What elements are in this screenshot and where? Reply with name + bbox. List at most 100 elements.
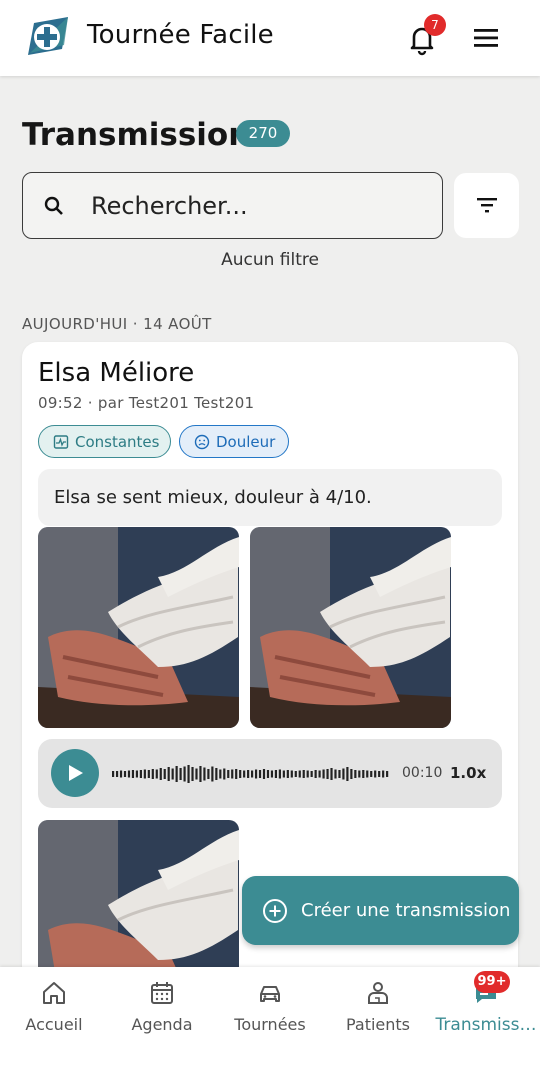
waveform-bar [294,771,297,777]
waveform-bar [326,769,329,779]
waveform-bar [266,770,270,778]
waveform-bar [163,769,166,779]
waveform-bar [131,770,135,778]
filter-icon [477,198,497,213]
waveform-bar [370,771,373,777]
waveform-bar [123,771,127,777]
audio-duration: 00:10 [402,765,443,781]
attached-photo[interactable] [250,527,451,728]
waveform-bar [195,768,198,780]
waveform-bar [155,769,158,779]
waveform-bar [243,770,246,778]
calendar-icon [151,982,173,1004]
filter-button[interactable] [454,173,519,238]
search-icon [44,196,63,215]
waveform-bar [346,767,349,781]
transmission-note: Elsa se sent mieux, douleur à 4/10. [38,469,502,526]
waveform-bar [298,770,301,778]
create-transmission-button[interactable]: Créer une transmission [242,876,519,945]
waveform-bar [135,770,139,778]
waveform-bar [314,770,317,778]
nav-label: Transmiss… [435,1015,537,1035]
playback-speed-button[interactable]: 1.0x [450,764,486,782]
waveform-bar [219,769,222,779]
medical-cross-logo-icon[interactable] [24,15,70,61]
waveform-bar [318,770,321,778]
waveform-bar [278,769,281,779]
tag-douleur[interactable]: Douleur [179,425,289,458]
bottom-navigation: Accueil Agenda Tournées Patients Transmi… [0,967,540,1091]
waveform-bar [175,766,178,782]
waveform-bar [354,770,357,778]
waveform-bar [119,770,123,778]
waveform-bar [334,769,337,779]
waveform-bar [282,770,285,778]
waveform-bar [211,766,214,782]
nav-label: Agenda [131,1015,193,1034]
home-icon [43,982,65,1004]
nav-tournees[interactable]: Tournées [216,967,324,1047]
nav-label: Patients [345,1015,411,1034]
tag-label: Constantes [75,432,160,451]
waveform-bar [203,767,206,781]
waveform-bar [247,770,250,778]
bandaged-hand-image [250,527,451,728]
transmissions-count-badge: 270 [236,120,290,147]
waveform-bar [239,770,242,778]
waveform-bar [258,770,262,778]
search-input[interactable] [91,185,421,227]
nav-agenda[interactable]: Agenda [108,967,216,1047]
add-circle-icon [263,899,287,923]
waveform-bar [306,770,309,778]
waveform-bar [112,771,115,777]
waveform-bar [322,769,325,779]
nav-label: Tournées [234,1015,306,1034]
waveform-bar [310,771,313,777]
audio-player: 00:10 1.0x [38,739,502,808]
notification-badge: 7 [424,14,446,36]
search-box[interactable] [22,172,443,239]
waveform-bar [358,770,361,778]
waveform-bar [171,768,174,780]
waveform-bar [179,768,182,780]
nav-accueil[interactable]: Accueil [0,967,108,1047]
waveform-bar [366,770,369,778]
audio-waveform[interactable] [112,759,390,789]
waveform-bar [338,770,341,778]
waveform-bar [251,770,254,778]
filter-status: Aucun filtre [221,250,319,270]
page-title: Transmissions [22,117,269,153]
nav-patients[interactable]: Patients [324,967,432,1047]
waveform-bar [167,767,170,781]
waveform-bar [207,769,210,779]
waveform-bar [151,769,154,779]
nav-label: Accueil [25,1015,83,1034]
play-button[interactable] [51,749,99,797]
waveform-bar [147,770,150,778]
waveform-bar [227,770,230,778]
waveform-bar [115,771,119,777]
date-header: AUJOURD'HUI · 14 AOÛT [22,315,212,333]
waveform-bar [183,766,186,782]
tag-constantes[interactable]: Constantes [38,425,171,458]
waveform-bar [374,770,377,778]
waveform-bar [235,769,238,779]
pain-face-icon [194,434,210,449]
waveform-bar [199,766,202,782]
waveform-bar [254,769,258,779]
attached-photo[interactable] [38,527,239,728]
waveform-bar [139,770,142,778]
vitals-chart-icon [53,434,69,449]
patient-icon [368,982,388,1004]
car-icon [260,986,280,1002]
app-title: Tournée Facile [87,20,274,50]
waveform-bar [286,770,289,778]
waveform-bar [159,768,162,780]
waveform-bar [191,767,194,781]
waveform-bar [127,770,131,778]
waveform-bar [274,770,278,778]
waveform-bar [143,769,146,779]
hamburger-menu-icon[interactable] [472,26,500,50]
patient-name[interactable]: Elsa Méliore [38,358,194,388]
waveform-bar [382,770,385,778]
